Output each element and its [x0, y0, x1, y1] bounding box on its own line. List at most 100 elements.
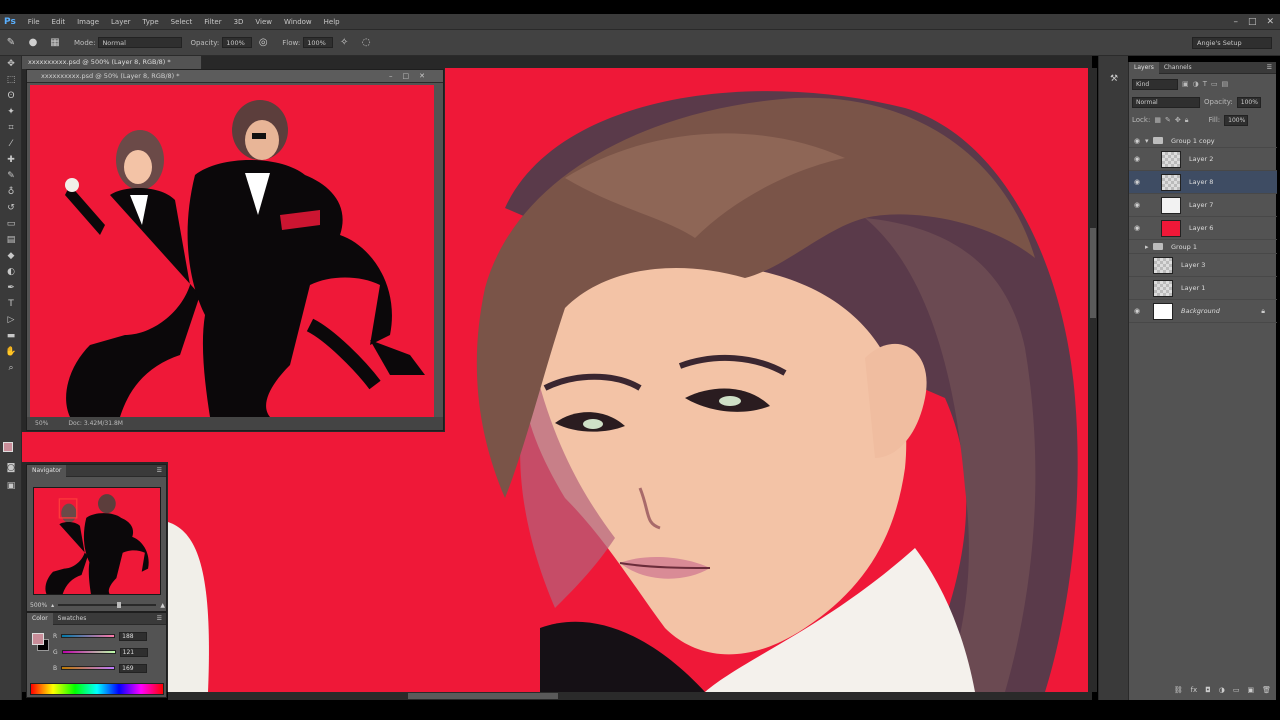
- pen-tool-icon[interactable]: ✒: [0, 280, 22, 296]
- new-group-icon[interactable]: ▭: [1233, 686, 1240, 698]
- panel-menu-icon[interactable]: ☰: [1267, 62, 1272, 74]
- navigator-thumbnail[interactable]: [33, 487, 161, 595]
- brush-panel-icon[interactable]: ▦: [47, 36, 63, 50]
- filter-adjust-icon[interactable]: ◑: [1193, 80, 1199, 88]
- blend-mode-select[interactable]: Normal: [1132, 96, 1200, 108]
- layer-row[interactable]: ◉ Layer 6: [1129, 217, 1277, 240]
- lock-pixels-icon[interactable]: ✎: [1165, 116, 1171, 124]
- layer-row[interactable]: ▸ Group 1: [1129, 240, 1277, 254]
- type-tool-icon[interactable]: T: [0, 296, 22, 312]
- menu-edit[interactable]: Edit: [46, 18, 72, 26]
- pressure-opacity-icon[interactable]: ◎: [255, 36, 271, 50]
- zoom-level[interactable]: 50%: [35, 417, 48, 430]
- eye-icon[interactable]: ◉: [1129, 224, 1145, 232]
- shape-tool-icon[interactable]: ▬: [0, 328, 22, 344]
- opacity-input[interactable]: 100%: [222, 37, 253, 48]
- tab-navigator[interactable]: Navigator: [27, 464, 67, 477]
- tab-color[interactable]: Color: [27, 612, 53, 625]
- color-slider-g[interactable]: [61, 650, 116, 654]
- layer-kind-filter[interactable]: Kind: [1132, 78, 1178, 90]
- trash-icon[interactable]: 🗑︎: [1262, 686, 1271, 698]
- filter-shape-icon[interactable]: ▭: [1211, 80, 1218, 88]
- menu-file[interactable]: File: [22, 18, 46, 26]
- stamp-tool-icon[interactable]: ♁: [0, 184, 22, 200]
- dodge-tool-icon[interactable]: ◐: [0, 264, 22, 280]
- floating-window-controls[interactable]: –□✕: [389, 70, 435, 83]
- document-tab[interactable]: xxxxxxxxxx.psd @ 500% (Layer 8, RGB/8) *: [22, 56, 202, 69]
- eye-icon[interactable]: ◉: [1129, 155, 1145, 163]
- lasso-tool-icon[interactable]: ʘ: [0, 88, 22, 104]
- crop-tool-icon[interactable]: ⌗: [0, 120, 22, 136]
- color-value-b[interactable]: 169: [119, 663, 148, 673]
- zoom-tool-icon[interactable]: ⌕: [0, 360, 22, 376]
- flow-input[interactable]: 100%: [303, 37, 334, 48]
- brush-preset-icon[interactable]: ●: [25, 36, 41, 50]
- path-select-icon[interactable]: ▷: [0, 312, 22, 328]
- color-spectrum-ramp[interactable]: [30, 683, 164, 695]
- eye-icon[interactable]: ◉: [1129, 201, 1145, 209]
- close-icon[interactable]: ✕: [1266, 17, 1274, 27]
- filter-pixel-icon[interactable]: ▣: [1182, 80, 1189, 88]
- eraser-tool-icon[interactable]: ▭: [0, 216, 22, 232]
- layer-fill-input[interactable]: 100%: [1224, 114, 1249, 126]
- vertical-scroll-thumb[interactable]: [1090, 228, 1096, 318]
- new-layer-icon[interactable]: ▣: [1247, 686, 1254, 698]
- horizontal-scroll-thumb[interactable]: [408, 693, 558, 699]
- layer-row[interactable]: Layer 1: [1129, 277, 1277, 300]
- menu-3d[interactable]: 3D: [228, 18, 250, 26]
- menu-filter[interactable]: Filter: [198, 18, 227, 26]
- panel-menu-icon[interactable]: ☰: [157, 465, 162, 477]
- color-foreground-swatch[interactable]: [32, 633, 44, 645]
- screen-mode-icon[interactable]: ▣: [0, 478, 22, 494]
- filter-smart-icon[interactable]: ▤: [1222, 80, 1229, 88]
- workspace-select[interactable]: Angie's Setup: [1192, 37, 1272, 49]
- history-brush-icon[interactable]: ↺: [0, 200, 22, 216]
- disclosure-triangle-icon[interactable]: ▸: [1145, 243, 1153, 251]
- navigator-zoom-slider[interactable]: [58, 602, 157, 608]
- mode-select[interactable]: Normal: [98, 37, 183, 48]
- zoom-in-icon[interactable]: ▲: [160, 602, 165, 609]
- pressure-size-icon[interactable]: ◌: [358, 36, 374, 50]
- layer-mask-icon[interactable]: ◘: [1205, 686, 1211, 698]
- layer-row-selected[interactable]: ◉ Layer 8: [1129, 171, 1277, 194]
- menu-type[interactable]: Type: [137, 18, 165, 26]
- eye-icon[interactable]: ◉: [1129, 178, 1145, 186]
- filter-type-icon[interactable]: T: [1203, 80, 1207, 88]
- layer-row[interactable]: ◉ Layer 7: [1129, 194, 1277, 217]
- hand-tool-icon[interactable]: ✋: [0, 344, 22, 360]
- menu-select[interactable]: Select: [165, 18, 199, 26]
- zoom-out-icon[interactable]: ▴: [51, 602, 54, 609]
- floating-window-title[interactable]: xxxxxxxxxx.psd @ 50% (Layer 8, RGB/8) * …: [27, 70, 443, 83]
- color-value-g[interactable]: 121: [119, 647, 148, 657]
- layer-row[interactable]: ◉ Background 🔒︎: [1129, 300, 1277, 323]
- tab-channels[interactable]: Channels: [1159, 62, 1197, 74]
- color-slider-b[interactable]: [61, 666, 116, 670]
- layer-row[interactable]: Layer 3: [1129, 254, 1277, 277]
- disclosure-triangle-icon[interactable]: ▾: [1145, 137, 1153, 145]
- doc-info[interactable]: Doc: 3.42M/31.8M: [68, 417, 123, 430]
- move-tool-icon[interactable]: ✥: [0, 56, 22, 72]
- brush-tool-icon[interactable]: ✎: [0, 168, 22, 184]
- eye-icon[interactable]: ◉: [1129, 137, 1145, 145]
- eye-icon[interactable]: ◉: [1129, 307, 1145, 315]
- marquee-tool-icon[interactable]: ⬚: [0, 72, 22, 88]
- horizontal-scrollbar[interactable]: [168, 692, 1092, 700]
- layer-style-icon[interactable]: fx: [1191, 686, 1198, 698]
- minimize-icon[interactable]: –: [1233, 17, 1238, 27]
- menu-help[interactable]: Help: [318, 18, 346, 26]
- quick-select-tool-icon[interactable]: ✦: [0, 104, 22, 120]
- tab-layers[interactable]: Layers: [1129, 61, 1159, 74]
- layer-row[interactable]: ◉ ▾ Group 1 copy: [1129, 134, 1277, 148]
- menu-layer[interactable]: Layer: [105, 18, 137, 26]
- quick-mask-icon[interactable]: ◙: [0, 460, 22, 476]
- menu-image[interactable]: Image: [71, 18, 105, 26]
- blur-tool-icon[interactable]: ◆: [0, 248, 22, 264]
- link-layers-icon[interactable]: ⛓: [1174, 686, 1183, 698]
- eyedropper-tool-icon[interactable]: ⁄: [0, 136, 22, 152]
- airbrush-icon[interactable]: ✧: [336, 36, 352, 50]
- navigator-zoom-value[interactable]: 500%: [30, 602, 47, 609]
- menu-view[interactable]: View: [249, 18, 278, 26]
- layer-opacity-input[interactable]: 100%: [1236, 96, 1261, 108]
- main-canvas[interactable]: [445, 68, 1088, 692]
- brush-tool-icon[interactable]: ✎: [3, 36, 19, 50]
